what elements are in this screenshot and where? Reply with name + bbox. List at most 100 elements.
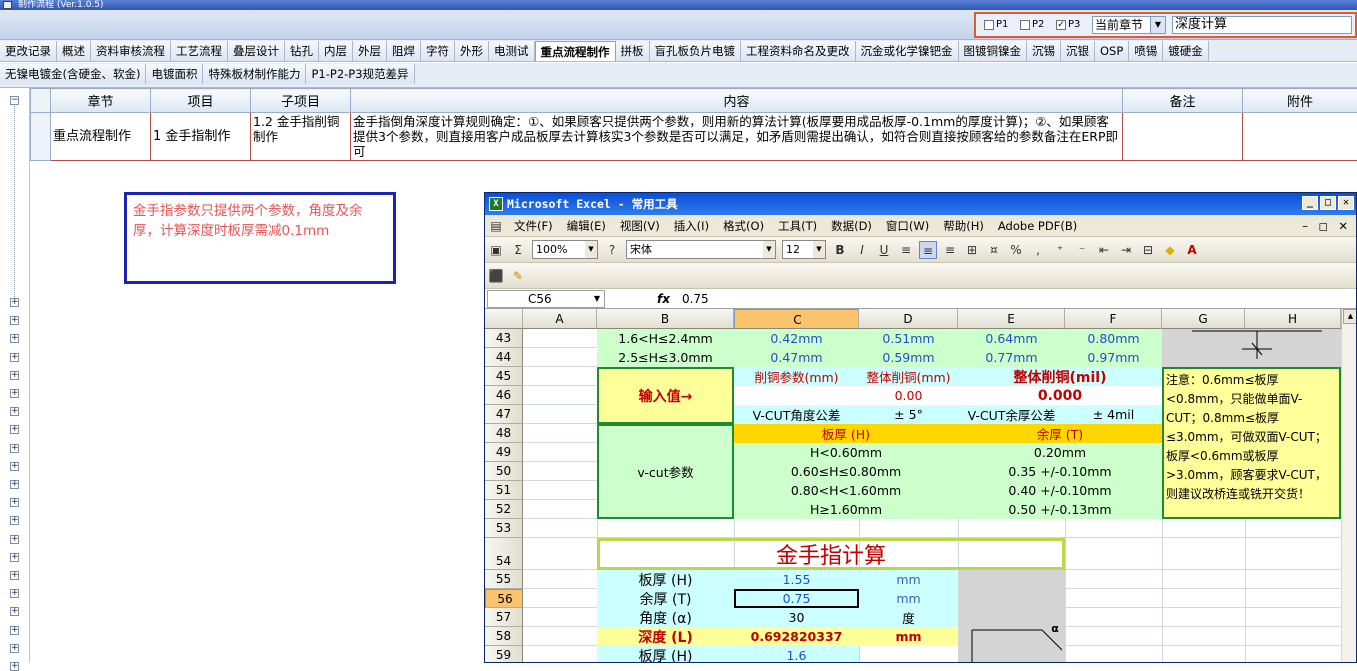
input-cell-copper[interactable] [734, 386, 859, 405]
tab-tabs_row1-21[interactable]: 喷锡 [1129, 41, 1163, 61]
sheet-cell[interactable]: H≥1.60mm [734, 500, 958, 519]
sheet-cell[interactable]: H<0.60mm [734, 443, 958, 462]
tab-tabs_row1-4[interactable]: 叠层设计 [228, 41, 285, 61]
expand-icon[interactable]: + [10, 535, 19, 544]
column-header-G[interactable]: G [1162, 309, 1245, 329]
row-header-45[interactable]: 45 [485, 367, 523, 386]
sheet-cell[interactable]: 1.6<H≤2.4mm [597, 329, 734, 348]
tab-tabs_row2-2[interactable]: 特殊板材制作能力 [203, 64, 306, 84]
sheet-cell[interactable]: mm [859, 570, 958, 589]
tab-tabs_row1-8[interactable]: 阻焊 [387, 41, 421, 61]
tab-tabs_row1-2[interactable]: 资料审核流程 [91, 41, 171, 61]
sheet-cell[interactable]: ± 5° [859, 405, 958, 424]
sheet-cell[interactable]: 0.00 [859, 386, 958, 405]
checkbox-p2-box[interactable] [1020, 20, 1030, 30]
sheet-cell[interactable]: 整体削铜(mm) [859, 367, 958, 386]
column-header-E[interactable]: E [958, 309, 1065, 329]
doc-minimize-icon[interactable]: – [1302, 219, 1308, 233]
align-left-icon[interactable]: ≡ [897, 241, 915, 259]
vcut-label[interactable]: v-cut参数 [597, 424, 734, 519]
row-header-58[interactable]: 58 [485, 627, 523, 646]
tab-tabs_row1-3[interactable]: 工艺流程 [171, 41, 228, 61]
column-header-H[interactable]: H [1245, 309, 1341, 329]
tab-tabs_row2-3[interactable]: P1-P2-P3规范差异 [306, 64, 414, 84]
formula-value[interactable]: 0.75 [682, 292, 709, 306]
tab-tabs_row1-22[interactable]: 镀硬金 [1163, 41, 1209, 61]
expand-icon[interactable]: + [10, 626, 19, 635]
expand-icon[interactable]: + [10, 316, 19, 325]
cell-subitem[interactable]: 1.2 金手指削铜制作 [251, 113, 351, 161]
column-header-C[interactable]: C [734, 309, 859, 329]
tab-tabs_row1-5[interactable]: 钻孔 [285, 41, 319, 61]
excel-menu-item[interactable]: 工具(T) [771, 218, 824, 234]
sheet-cell[interactable]: 0.47mm [734, 348, 859, 367]
row-header-52[interactable]: 52 [485, 500, 523, 519]
autosum-icon[interactable]: Σ [509, 241, 527, 259]
underline-icon[interactable]: U [875, 241, 893, 259]
indent-icon[interactable]: ⇥ [1117, 241, 1135, 259]
column-header-D[interactable]: D [859, 309, 958, 329]
column-header-A[interactable]: A [523, 309, 597, 329]
row-header-48[interactable]: 48 [485, 424, 523, 443]
expand-icon[interactable]: + [10, 571, 19, 580]
excel-menu-item[interactable]: 插入(I) [667, 218, 716, 234]
header-content[interactable]: 内容 [351, 89, 1123, 113]
active-cell-c56[interactable]: 0.75 [734, 589, 859, 608]
italic-icon[interactable]: I [853, 241, 871, 259]
expand-icon[interactable]: + [10, 662, 19, 671]
sheet-cell[interactable]: V-CUT余厚公差 [958, 405, 1065, 424]
row-header-49[interactable]: 49 [485, 443, 523, 462]
close-icon[interactable]: ✕ [1338, 196, 1354, 210]
tab-tabs_row1-18[interactable]: 沉锡 [1027, 41, 1061, 61]
chevron-down-icon[interactable]: ▼ [594, 291, 600, 307]
row-header-55[interactable]: 55 [485, 570, 523, 589]
tab-tabs_row1-0[interactable]: 更改记录 [0, 41, 57, 61]
expand-icon[interactable]: + [10, 353, 19, 362]
row-header-56[interactable]: 56 [485, 589, 523, 608]
sheet-cell[interactable]: 30 [734, 608, 859, 627]
expand-icon[interactable]: + [10, 553, 19, 562]
row-header-46[interactable]: 46 [485, 386, 523, 405]
vcut-note[interactable]: 注意：0.6mm≤板厚<0.8mm，只能做单面V-CUT；0.8mm≤板厚≤3.… [1162, 367, 1341, 519]
row-header-53[interactable]: 53 [485, 519, 523, 538]
tab-tabs_row2-0[interactable]: 无镍电镀金(含硬金、软金) [0, 64, 146, 84]
fx-icon[interactable]: fx [657, 292, 670, 306]
sheet-cell[interactable]: 1.55 [734, 570, 859, 589]
expand-icon[interactable]: + [10, 644, 19, 653]
select-all-corner[interactable] [485, 309, 523, 329]
header-attachment[interactable]: 附件 [1243, 89, 1357, 113]
chevron-down-icon[interactable]: ▼ [813, 241, 825, 258]
row-header-50[interactable]: 50 [485, 462, 523, 481]
expand-icon[interactable]: + [10, 407, 19, 416]
sheet-cell[interactable]: 0.77mm [958, 348, 1065, 367]
percent-icon[interactable]: % [1007, 241, 1025, 259]
excel-menu-item[interactable]: 窗口(W) [879, 218, 936, 234]
scope-select[interactable]: 当前章节▼ [1092, 16, 1166, 34]
currency-icon[interactable]: ¤ [985, 241, 1003, 259]
increase-decimal-icon[interactable]: ⁺ [1051, 241, 1069, 259]
sheet-cell[interactable]: 余厚 (T) [597, 589, 734, 608]
align-center-icon[interactable]: ≡ [919, 241, 937, 259]
row-header-43[interactable]: 43 [485, 329, 523, 348]
search-input[interactable]: 深度计算 [1172, 16, 1352, 34]
sheet-cell[interactable]: mm [859, 589, 958, 608]
checkbox-p1[interactable]: P1 [984, 19, 1008, 30]
input-label[interactable]: 输入值→ [597, 367, 734, 424]
sheet-cell[interactable]: 1.6 [734, 646, 859, 663]
sheet-cell[interactable]: 度 [859, 608, 958, 627]
expand-icon[interactable]: + [10, 462, 19, 471]
sheet-cell[interactable]: 2.5≤H≤3.0mm [597, 348, 734, 367]
pdf-convert-icon[interactable]: ✎ [509, 267, 527, 285]
sheet-cell[interactable]: 整体削铜(mil) [958, 367, 1162, 386]
row-header-54[interactable]: 54 [485, 538, 523, 570]
cell-item[interactable]: 1 金手指制作 [151, 113, 251, 161]
sheet-cell[interactable]: 0.97mm [1065, 348, 1162, 367]
checkbox-p3[interactable]: ✓P3 [1056, 19, 1080, 30]
scroll-up-icon[interactable]: ▲ [1343, 309, 1357, 324]
sheet-cell[interactable]: 角度 (α) [597, 608, 734, 627]
sheet-cell[interactable]: 0.35 +/-0.10mm [958, 462, 1162, 481]
calc-title[interactable]: 金手指计算 [597, 538, 1065, 570]
decrease-decimal-icon[interactable]: ⁻ [1073, 241, 1091, 259]
tab-tabs_row1-9[interactable]: 字符 [421, 41, 455, 61]
tab-tabs_row1-12[interactable]: 重点流程制作 [535, 41, 616, 61]
